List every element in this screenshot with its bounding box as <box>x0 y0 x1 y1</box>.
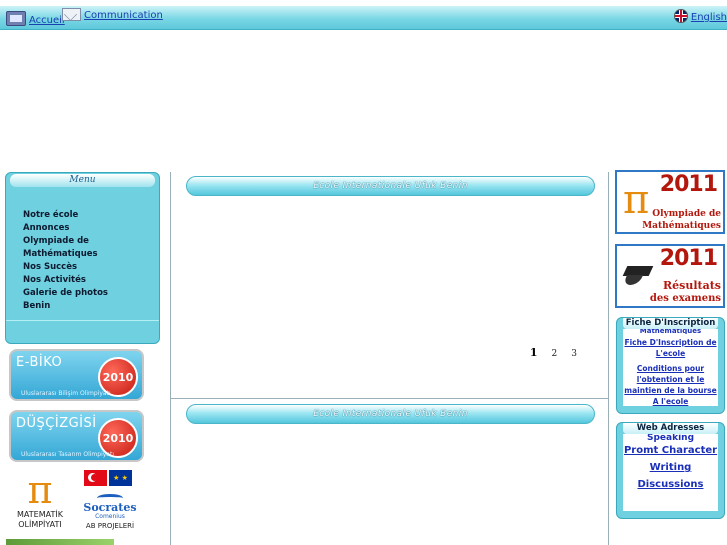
promo-caption-1: Olympiade de <box>652 209 721 219</box>
scrolling-text: Speaking <box>646 434 695 442</box>
duscizgisi-banner[interactable]: DÜŞÇİZGİSİ 2010 Uluslararası Tasarım Oli… <box>9 410 144 462</box>
menu-divider <box>6 320 159 321</box>
inscription-title: Fiche D'Inscription <box>623 318 718 329</box>
promo-year: 2011 <box>659 172 718 197</box>
uk-flag-icon[interactable] <box>673 9 688 23</box>
page-current: 1 <box>529 346 538 359</box>
communication-link-label[interactable]: Communication <box>84 10 163 21</box>
page-link-3[interactable]: 3 <box>571 349 577 359</box>
panel-title-1: Ecole Internationale Ufuk Benin <box>186 176 595 196</box>
home-link[interactable]: Accueil <box>6 11 65 26</box>
web-link-discussions[interactable]: Discussions <box>623 476 718 493</box>
math-olympiad-logo[interactable]: π MATEMATİK OLİMPİYATI <box>8 470 72 536</box>
banner-title: DÜŞÇİZGİSİ <box>16 416 97 431</box>
banner-title: E-BİKO <box>16 355 63 370</box>
home-icon[interactable] <box>6 11 26 26</box>
top-nav-bar: Accueil Communication English <box>0 6 727 30</box>
panel-divider <box>171 398 608 399</box>
socrates-caption: AB PROJELERİ <box>85 522 135 530</box>
promo-year: 2011 <box>659 246 718 271</box>
graduation-cap-icon <box>622 266 654 276</box>
web-link-writing[interactable]: Writing <box>623 459 718 476</box>
menu-title: Menu <box>10 174 155 187</box>
olympiad-promo[interactable]: π 2011 Olympiade de Mathématiques <box>615 170 725 234</box>
socrates-name: Socrates <box>83 501 137 514</box>
menu-item-annonces[interactable]: Annonces <box>23 222 159 235</box>
partner-flags: ★ ★ <box>84 470 132 486</box>
promo-caption-2: Mathématiques <box>642 221 721 231</box>
bottom-banner-strip[interactable] <box>6 539 114 545</box>
main-content: Ecole Internationale Ufuk Benin 1 2 3 Ec… <box>170 172 609 545</box>
main-menu: Menu Notre école Annonces Olympiade de M… <box>5 172 160 344</box>
inscription-box: Fiche D'Inscription Mathématiques Fiche … <box>616 317 725 414</box>
menu-item-notre-ecole[interactable]: Notre école <box>23 209 159 222</box>
menu-item-galerie[interactable]: Galerie de photos <box>23 287 159 300</box>
web-link-promt-character[interactable]: Promt Character <box>623 442 718 459</box>
results-promo[interactable]: 2011 Résultats des examens <box>615 244 725 308</box>
panel-title-2: Ecole Internationale Ufuk Benin <box>186 404 595 424</box>
menu-item-nos-succes[interactable]: Nos Succès <box>23 261 159 274</box>
mail-icon[interactable] <box>62 8 81 21</box>
page-link-2[interactable]: 2 <box>552 349 558 359</box>
home-link-label[interactable]: Accueil <box>29 15 65 26</box>
banner-subtitle: Uluslararası Bilişim Olimpiyatı <box>21 390 111 397</box>
language-link-label[interactable]: English <box>691 12 727 23</box>
menu-item-nos-activites[interactable]: Nos Activités <box>23 274 159 287</box>
inscription-content: Mathématiques Fiche D'Inscription de L'e… <box>623 329 718 406</box>
math-logo-line1: MATEMATİK <box>17 510 63 519</box>
eu-flag-icon: ★ ★ <box>109 470 132 486</box>
communication-link[interactable]: Communication <box>62 8 163 21</box>
menu-item-olympiade[interactable]: Olympiade de Mathématiques <box>23 235 113 261</box>
promo-caption-2: des examens <box>649 293 721 304</box>
promo-caption-1: Résultats <box>663 279 721 292</box>
menu-list: Notre école Annonces Olympiade de Mathém… <box>6 209 159 313</box>
scrolling-text: Mathématiques <box>639 329 702 334</box>
language-link[interactable]: English <box>673 9 727 23</box>
pi-icon: π <box>27 468 53 512</box>
web-addresses-box: Web Adresses Speaking Promt Character Wr… <box>616 422 725 519</box>
socrates-program: Comenius <box>95 513 125 520</box>
web-addresses-title: Web Adresses <box>623 423 718 434</box>
inscription-form-link[interactable]: Fiche D'Inscription de L'ecole <box>623 337 718 359</box>
ebiko-banner[interactable]: E-BİKO 2010 Uluslararası Bilişim Olimpiy… <box>9 349 144 401</box>
math-logo-line2: OLİMPİYATI <box>18 520 62 529</box>
menu-item-benin[interactable]: Benin <box>23 300 159 313</box>
socrates-logo[interactable]: Socrates Comenius AB PROJELERİ <box>80 494 140 531</box>
scholarship-conditions-link[interactable]: Conditions pour l'obtention et le mainti… <box>623 363 718 406</box>
turkey-flag-icon <box>84 470 107 486</box>
pagination: 1 2 3 <box>530 346 577 359</box>
pi-icon: π <box>623 177 650 223</box>
banner-subtitle: Uluslararası Tasarım Olimpiyatı <box>21 451 114 458</box>
web-addresses-content: Speaking Promt Character Writing Discuss… <box>623 434 718 511</box>
